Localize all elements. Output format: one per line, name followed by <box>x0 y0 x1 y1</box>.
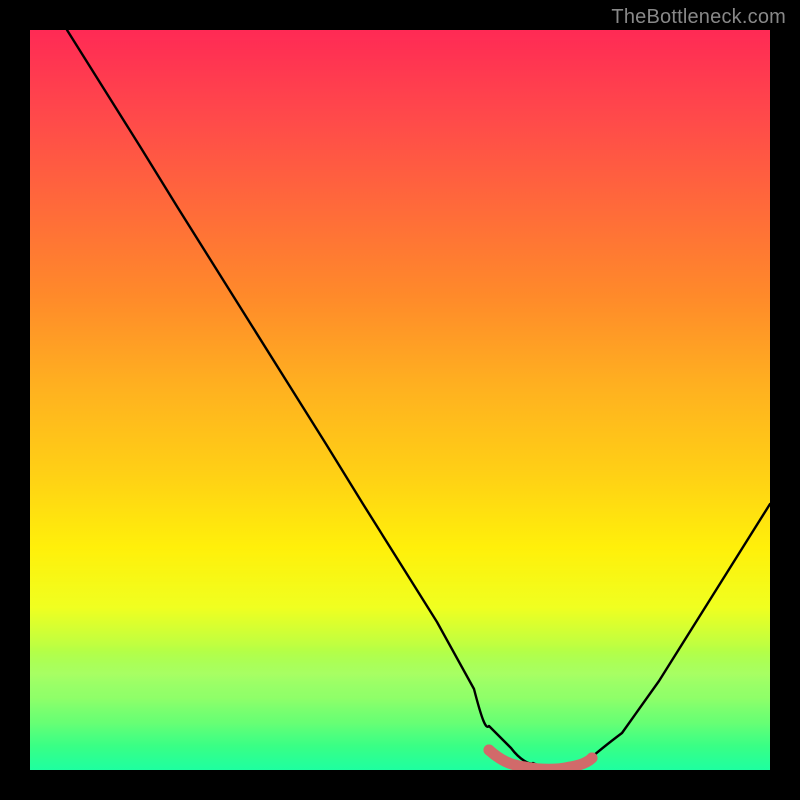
bottleneck-curve <box>30 30 770 770</box>
attribution-text: TheBottleneck.com <box>611 6 786 29</box>
chart-frame: TheBottleneck.com <box>0 0 800 800</box>
